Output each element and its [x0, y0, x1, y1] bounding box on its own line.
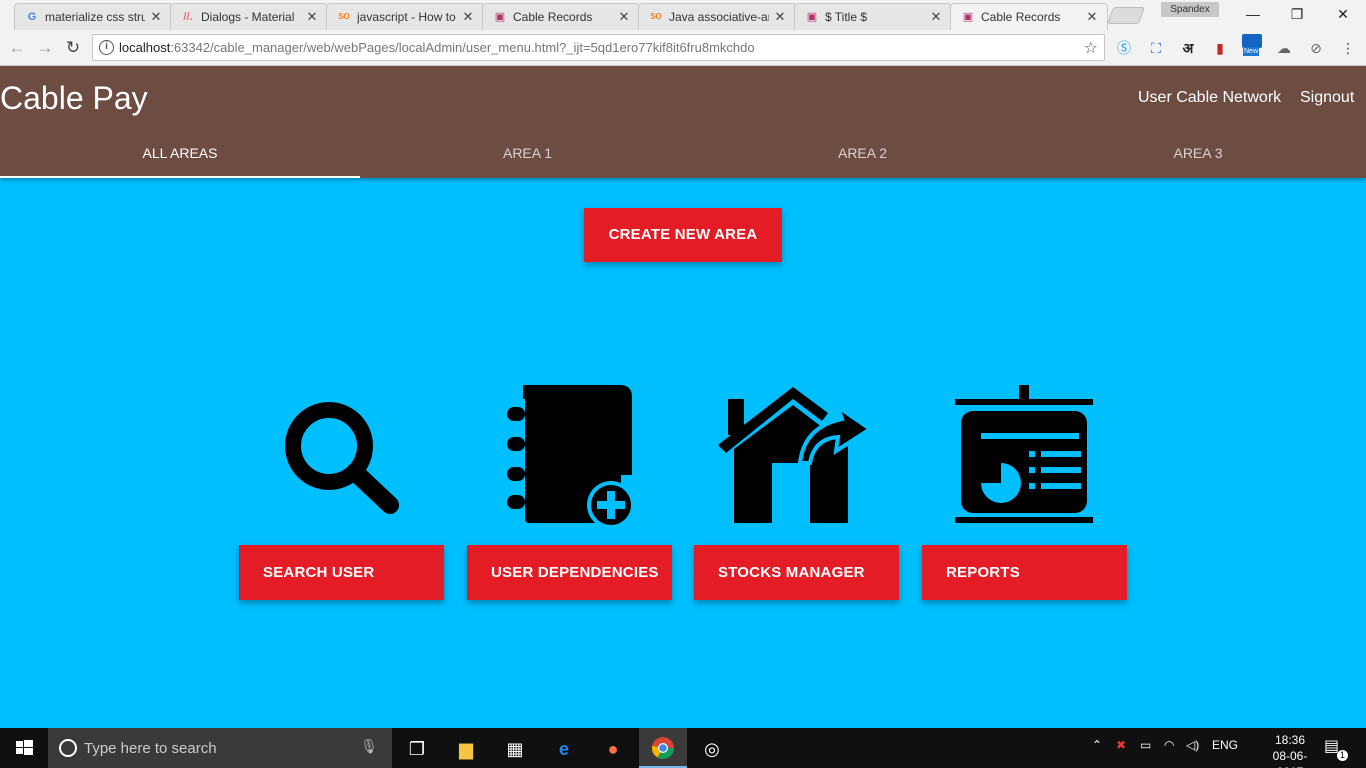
area-tabs: ALL AREAS AREA 1 AREA 2 AREA 3: [0, 130, 1366, 178]
minimize-icon[interactable]: —: [1230, 3, 1276, 25]
language-indicator[interactable]: ENG: [1212, 738, 1238, 752]
notebook-add-icon[interactable]: [505, 385, 635, 525]
book-extension-icon[interactable]: ▮: [1210, 38, 1230, 58]
microphone-icon[interactable]: 🎙: [360, 738, 378, 755]
wifi-tray-icon[interactable]: ◠: [1164, 738, 1174, 752]
taskbar-search-box[interactable]: Type here to search 🎙: [48, 728, 392, 768]
app-favicon-icon: ▣: [962, 11, 974, 23]
house-arrow-icon[interactable]: [718, 385, 873, 525]
user-dependencies-button[interactable]: USER DEPENDENCIES: [467, 545, 672, 600]
browser-tab[interactable]: G materialize css stru ✕: [14, 3, 172, 30]
chrome-logo: [652, 737, 674, 759]
forward-icon[interactable]: →: [34, 37, 56, 59]
create-new-area-button[interactable]: CREATE NEW AREA: [584, 208, 782, 262]
browser-tab[interactable]: SO Java associative-ar ✕: [638, 3, 796, 30]
tab-all-areas[interactable]: ALL AREAS: [0, 130, 360, 178]
profile-badge[interactable]: Spandex: [1161, 2, 1219, 17]
bookmark-star-icon[interactable]: ☆: [1084, 38, 1098, 58]
search-icon[interactable]: [282, 400, 402, 515]
browser-tab-title: $ Title $: [825, 10, 868, 24]
search-user-button[interactable]: SEARCH USER: [239, 545, 444, 600]
store-icon[interactable]: ▦: [502, 736, 528, 762]
stocks-manager-button[interactable]: STOCKS MANAGER: [694, 545, 899, 600]
notification-count-badge: 1: [1337, 750, 1348, 761]
windows-taskbar: Type here to search 🎙 ❐ ▆ ▦ e ● ◎ ⌃ ✖ ▭ …: [0, 728, 1366, 768]
tab-area-2[interactable]: AREA 2: [695, 130, 1030, 178]
cortana-icon: [59, 739, 77, 757]
hide-extension-icon[interactable]: ⊘: [1306, 38, 1326, 58]
battery-tray-icon[interactable]: ▭: [1140, 738, 1151, 752]
firefox-icon[interactable]: ●: [600, 736, 626, 762]
app-navbar: Cable Pay User Cable Network Signout ALL…: [0, 66, 1366, 178]
browser-tab-title: Cable Records: [513, 10, 593, 24]
nav-link-signout[interactable]: Signout: [1300, 89, 1354, 107]
chrome-icon[interactable]: [639, 728, 687, 768]
reports-button[interactable]: REPORTS: [922, 545, 1127, 600]
volume-tray-icon[interactable]: ◁): [1186, 738, 1199, 752]
close-tab-icon[interactable]: ✕: [773, 9, 787, 25]
site-info-icon[interactable]: i: [99, 40, 114, 55]
browser-tab[interactable]: ▣ Cable Records ✕: [482, 3, 640, 30]
tab-area-3[interactable]: AREA 3: [1030, 130, 1366, 178]
browser-tab-active[interactable]: ▣ Cable Records ✕: [950, 3, 1108, 30]
tray-chevron-icon[interactable]: ⌃: [1092, 738, 1102, 752]
cloud-extension-icon[interactable]: ☁: [1274, 38, 1294, 58]
screen-capture-extension-icon[interactable]: ⛶: [1146, 38, 1166, 58]
address-bar[interactable]: i localhost:63342/cable_manager/web/webP…: [92, 34, 1105, 61]
clock-date: 08-06-2017: [1272, 749, 1308, 768]
browser-tab[interactable]: ▣ $ Title $ ✕: [794, 3, 952, 30]
close-tab-icon[interactable]: ✕: [149, 9, 163, 25]
browser-tab[interactable]: //. Dialogs - Material ✕: [170, 3, 328, 30]
stackoverflow-favicon-icon: SO: [338, 12, 350, 21]
url-host: localhost: [119, 40, 171, 55]
close-tab-icon[interactable]: ✕: [929, 9, 943, 25]
browser-tab-title: materialize css stru: [45, 10, 145, 24]
presentation-board-icon[interactable]: [953, 385, 1098, 527]
close-tab-icon[interactable]: ✕: [305, 9, 319, 25]
close-tab-icon[interactable]: ✕: [1085, 9, 1099, 25]
reload-icon[interactable]: ↻: [62, 37, 84, 59]
antivirus-tray-icon[interactable]: ✖: [1116, 738, 1126, 752]
active-tab-indicator: [0, 176, 360, 178]
back-icon[interactable]: ←: [6, 37, 28, 59]
material-favicon-icon: //.: [183, 11, 193, 23]
browser-tab-title: javascript - How to: [357, 10, 456, 24]
google-favicon-icon: G: [27, 11, 37, 23]
url-text: localhost:63342/cable_manager/web/webPag…: [119, 40, 755, 55]
browser-tab-title: Java associative-ar: [669, 10, 769, 24]
close-tab-icon[interactable]: ✕: [617, 9, 631, 25]
nav-link-user-cable-network[interactable]: User Cable Network: [1138, 89, 1281, 107]
new-extension-icon[interactable]: New: [1242, 34, 1262, 58]
system-clock[interactable]: 18:36 08-06-2017: [1262, 732, 1318, 768]
file-explorer-icon[interactable]: ▆: [453, 736, 479, 762]
app-favicon-icon: ▣: [806, 11, 818, 23]
task-view-icon[interactable]: ❐: [404, 736, 430, 762]
app-favicon-icon: ▣: [494, 11, 506, 23]
brand-logo[interactable]: Cable Pay: [0, 80, 148, 117]
window-close-icon[interactable]: ✕: [1320, 3, 1366, 25]
clock-time: 18:36: [1274, 733, 1306, 747]
close-tab-icon[interactable]: ✕: [461, 9, 475, 25]
extension-square: [1242, 34, 1262, 48]
hindi-input-extension-icon[interactable]: अ: [1178, 38, 1198, 58]
edge-icon[interactable]: e: [551, 736, 577, 762]
url-path: :63342/cable_manager/web/webPages/localA…: [170, 40, 755, 55]
browser-tab-strip: G materialize css stru ✕ //. Dialogs - M…: [0, 0, 1366, 30]
groove-music-icon[interactable]: ◎: [699, 736, 725, 762]
restore-icon[interactable]: ❐: [1274, 3, 1320, 25]
new-tab-button[interactable]: [1106, 7, 1146, 24]
menu-kebab-icon[interactable]: ⋮: [1338, 38, 1358, 58]
new-badge: New: [1243, 47, 1260, 56]
browser-tab[interactable]: SO javascript - How to ✕: [326, 3, 484, 30]
tab-area-1[interactable]: AREA 1: [360, 130, 695, 178]
skype-extension-icon[interactable]: Ⓢ: [1114, 38, 1134, 58]
windows-start-icon[interactable]: [0, 728, 48, 768]
browser-tab-title: Dialogs - Material: [201, 10, 295, 24]
stackoverflow-favicon-icon: SO: [650, 12, 662, 21]
taskbar-search-placeholder: Type here to search: [84, 740, 217, 757]
browser-tab-title: Cable Records: [981, 10, 1061, 24]
